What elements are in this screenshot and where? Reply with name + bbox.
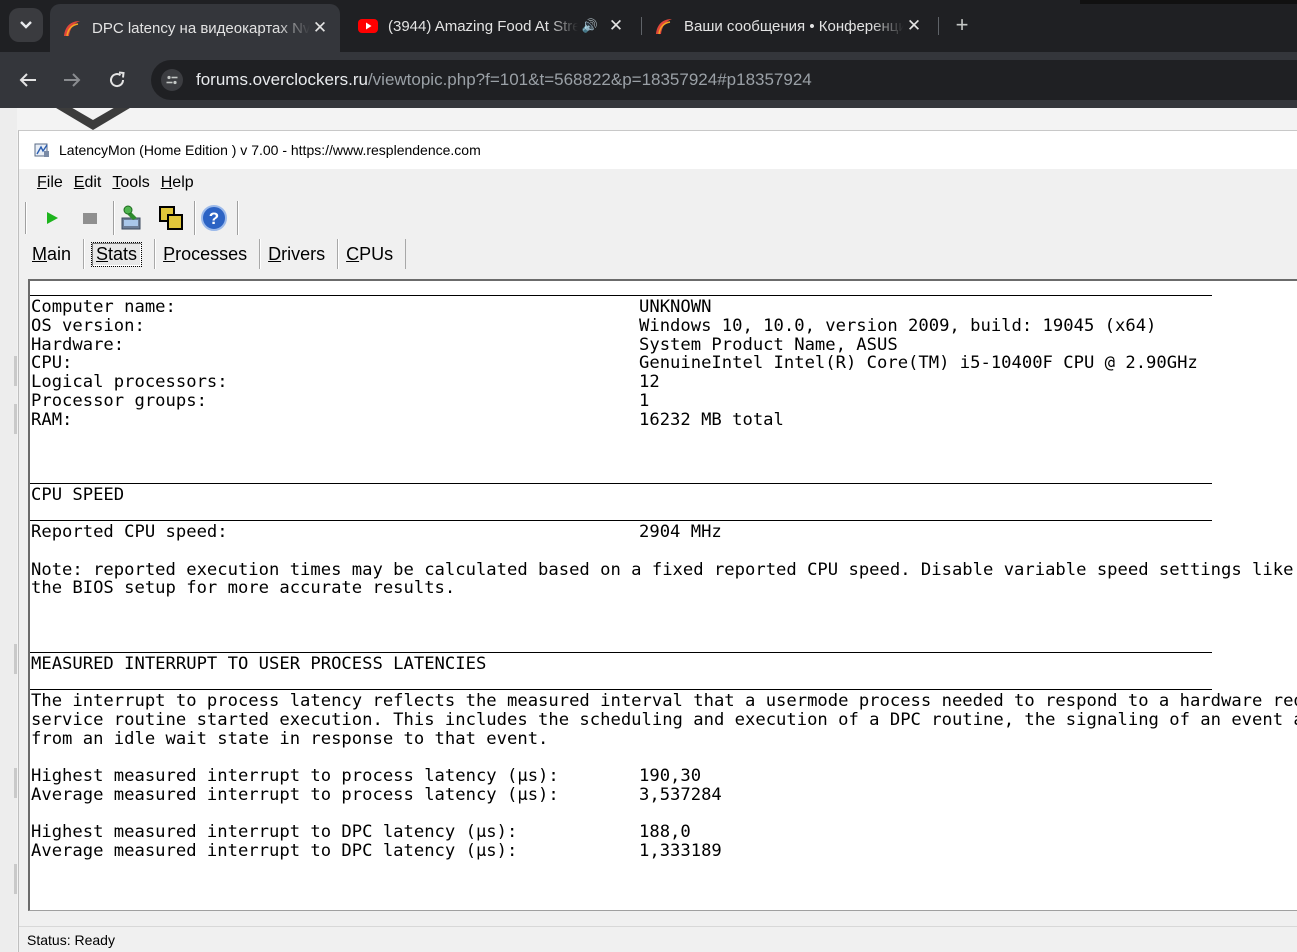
close-tab-icon[interactable]: ✕: [904, 16, 924, 36]
overclockers-favicon-icon: [62, 18, 82, 38]
window-title-bar: LatencyMon (Home Edition ) v 7.00 - http…: [19, 131, 1297, 169]
scan-button[interactable]: [118, 203, 148, 233]
url-text[interactable]: forums.overclockers.ru/viewtopic.php?f=1…: [196, 70, 812, 90]
arrow-left-icon: [19, 73, 36, 87]
divider: [30, 520, 1212, 521]
scan-icon: [121, 205, 141, 230]
section-interrupt-latencies: MEASURED INTERRUPT TO USER PROCESS LATEN…: [31, 654, 487, 674]
forward-button[interactable]: [58, 66, 86, 94]
windows-button[interactable]: [156, 203, 186, 233]
overclockers-favicon-icon: [654, 16, 674, 36]
browser-tab-dpc-latency[interactable]: DPC latency на видеокартах Nvidia ✕: [50, 4, 340, 52]
youtube-favicon-icon: [358, 16, 378, 36]
help-button[interactable]: ?: [199, 203, 229, 233]
label-processor-groups: Processor groups:: [31, 391, 207, 411]
view-tabs: Main Stats Processes Drivers C PUs: [25, 238, 407, 270]
window-edge: [1080, 0, 1297, 4]
stats-report-panel[interactable]: Computer name: UNKNOWN OS version: Windo…: [28, 279, 1297, 911]
stop-monitor-button[interactable]: [75, 203, 105, 233]
latencymon-window: LatencyMon (Home Edition ) v 7.00 - http…: [18, 130, 1297, 952]
menu-file[interactable]: File: [37, 174, 63, 192]
menu-tools[interactable]: Tools: [112, 174, 149, 192]
browser-tab-youtube[interactable]: (3944) Amazing Food At Street 🔊 ✕: [352, 6, 632, 46]
tab-title: DPC latency на видеокартах Nvidia: [92, 19, 310, 37]
value-processor-groups: 1: [639, 391, 650, 411]
label-reported-cpu-speed: Reported CPU speed:: [31, 522, 228, 542]
reload-icon: [110, 71, 125, 88]
tab-drivers[interactable]: Drivers: [260, 239, 339, 269]
label-ram: RAM:: [31, 410, 73, 430]
audio-playing-icon[interactable]: 🔊: [582, 18, 598, 34]
label-average-dpc-latency: Average measured interrupt to DPC latenc…: [31, 841, 518, 861]
tab-search-button[interactable]: [9, 8, 43, 42]
close-tab-icon[interactable]: ✕: [310, 18, 330, 38]
description-line-3: from an idle wait state in response to t…: [31, 729, 549, 749]
reload-button[interactable]: [103, 66, 131, 94]
browser-tab-messages[interactable]: Ваши сообщения • Конференция ✕: [648, 6, 930, 46]
value-average-dpc-latency: 1,333189: [639, 841, 722, 861]
menu-bar: File Edit Tools Help: [19, 169, 1297, 197]
menu-edit[interactable]: Edit: [74, 174, 102, 192]
latencymon-app-icon: [34, 143, 49, 157]
new-tab-button[interactable]: +: [951, 12, 973, 38]
note-line-2: the BIOS setup for more accurate results…: [31, 578, 456, 598]
label-os-version: OS version:: [31, 316, 145, 336]
tab-title: Ваши сообщения • Конференция: [684, 17, 904, 35]
help-icon: ?: [201, 205, 227, 231]
value-cpu: GenuineIntel Intel(R) Core(TM) i5-10400F…: [639, 353, 1198, 373]
label-logical-processors: Logical processors:: [31, 372, 228, 392]
tab-stats[interactable]: Stats: [84, 239, 156, 269]
browser-tab-bar: DPC latency на видеокартах Nvidia ✕ (394…: [0, 0, 1297, 52]
value-highest-dpc-latency: 188,0: [639, 822, 691, 842]
value-ram: 16232 MB total: [639, 410, 784, 430]
divider: [30, 689, 1212, 690]
tab-separator: [938, 17, 939, 35]
label-highest-dpc-latency: Highest measured interrupt to DPC latenc…: [31, 822, 518, 842]
chevron-down-icon: [20, 21, 32, 29]
label-cpu: CPU:: [31, 353, 73, 373]
back-button[interactable]: [14, 66, 42, 94]
svg-text:?: ?: [209, 209, 219, 228]
page-left-margin: [0, 108, 17, 952]
divider: [30, 483, 1212, 484]
divider: [30, 295, 1212, 296]
tab-cpus[interactable]: C PUs: [338, 239, 407, 269]
start-monitor-button[interactable]: [37, 203, 67, 233]
value-computer-name: UNKNOWN: [639, 297, 712, 317]
url-path: /viewtopic.php?f=101&t=568822&p=18357924…: [367, 70, 812, 89]
description-line-1: The interrupt to process latency reflect…: [31, 691, 1297, 711]
status-text: Status: Ready: [27, 932, 115, 948]
value-highest-process-latency: 190,30: [639, 766, 702, 786]
app-toolbar: ?: [25, 199, 242, 237]
tab-title: (3944) Amazing Food At Street: [388, 17, 578, 35]
arrow-right-icon: [64, 73, 81, 87]
section-cpu-speed: CPU SPEED: [31, 485, 125, 505]
value-average-process-latency: 3,537284: [639, 785, 722, 805]
close-tab-icon[interactable]: ✕: [606, 16, 626, 36]
description-line-2: service routine started execution. This …: [31, 710, 1297, 730]
site-info-icon[interactable]: [161, 69, 183, 91]
label-highest-process-latency: Highest measured interrupt to process la…: [31, 766, 559, 786]
tab-separator: [641, 17, 642, 35]
tab-main[interactable]: Main: [25, 239, 85, 269]
label-computer-name: Computer name:: [31, 297, 176, 317]
forum-logo-icon: [56, 108, 130, 130]
value-os-version: Windows 10, 10.0, version 2009, build: 1…: [639, 316, 1157, 336]
window-title: LatencyMon (Home Edition ) v 7.00 - http…: [59, 142, 481, 158]
browser-toolbar: forums.overclockers.ru/viewtopic.php?f=1…: [0, 52, 1297, 108]
url-host: forums.overclockers.ru: [196, 70, 368, 89]
stop-icon: [83, 213, 97, 224]
value-logical-processors: 12: [639, 372, 660, 392]
play-icon: [47, 212, 58, 224]
label-average-process-latency: Average measured interrupt to process la…: [31, 785, 559, 805]
tab-processes[interactable]: Processes: [155, 239, 261, 269]
divider: [30, 652, 1212, 653]
windows-icon: [159, 206, 183, 230]
menu-help[interactable]: Help: [161, 174, 194, 192]
address-bar[interactable]: forums.overclockers.ru/viewtopic.php?f=1…: [151, 60, 1297, 100]
web-page: LatencyMon (Home Edition ) v 7.00 - http…: [0, 108, 1297, 952]
status-bar: Status: Ready: [19, 926, 1297, 952]
value-reported-cpu-speed: 2904 MHz: [639, 522, 722, 542]
